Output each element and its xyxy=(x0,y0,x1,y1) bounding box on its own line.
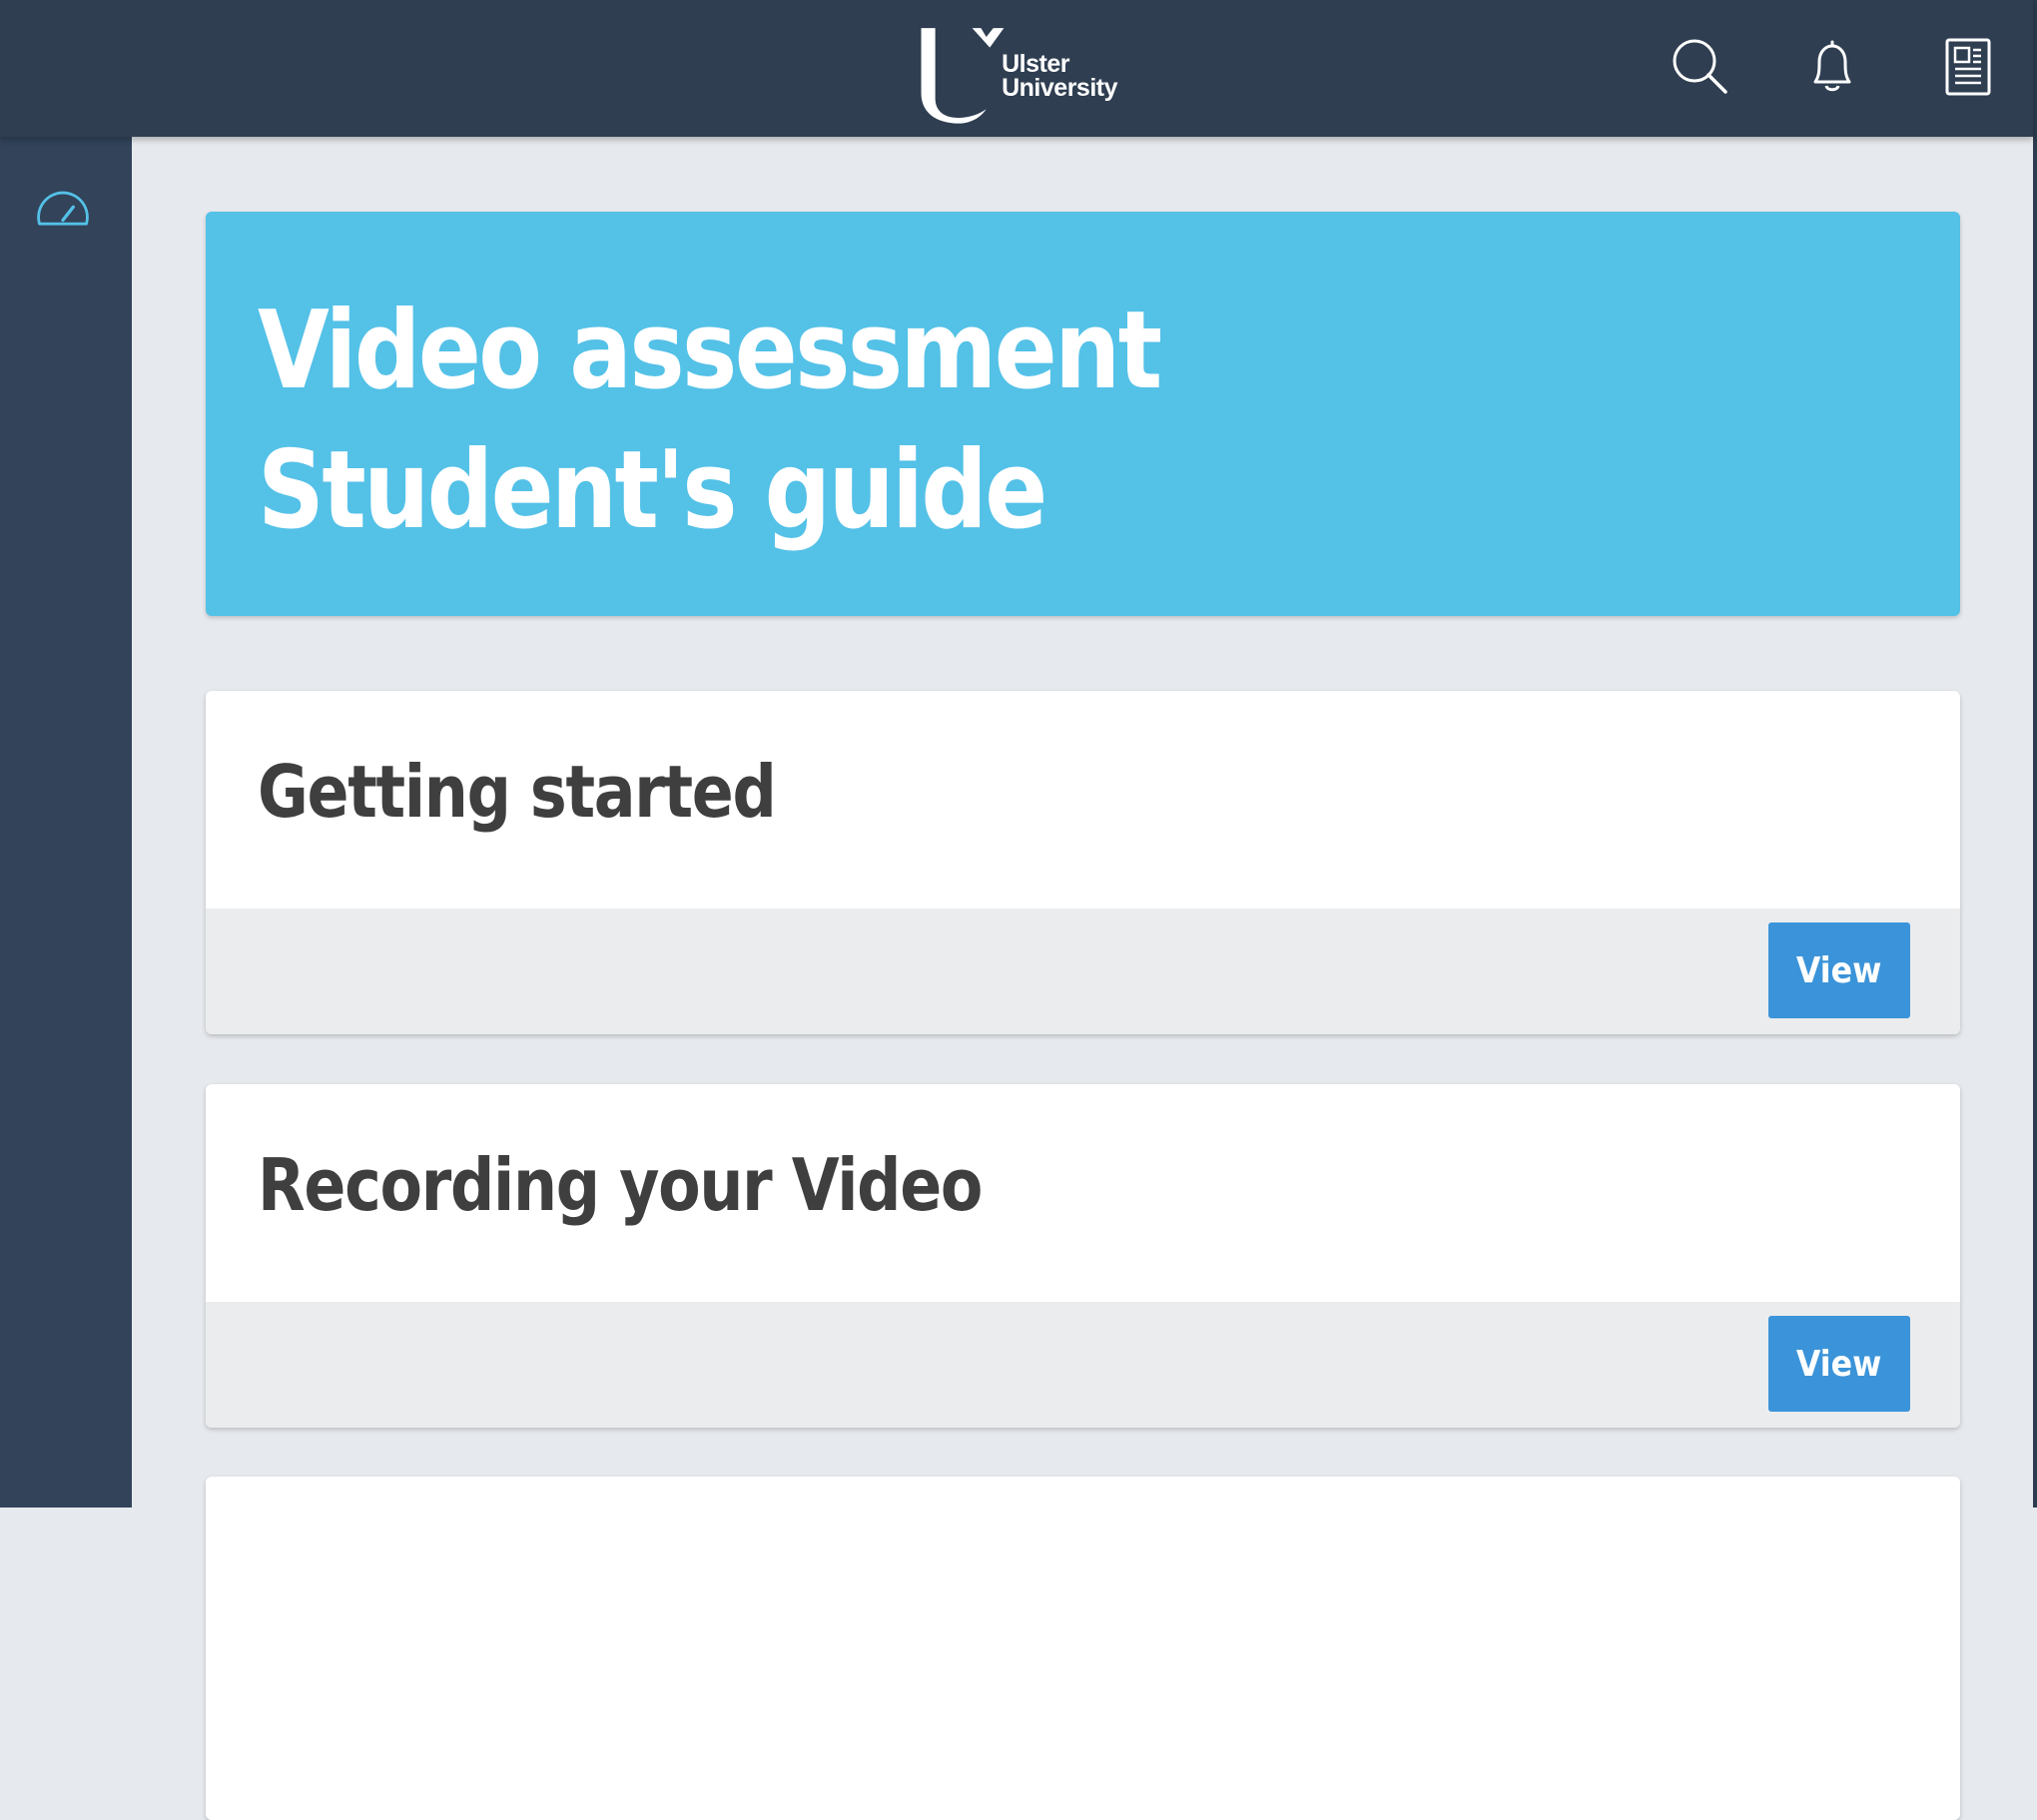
sidebar xyxy=(0,137,132,1508)
card-footer: View xyxy=(206,1302,1960,1428)
main-content: Video assessment Student's guide Getting… xyxy=(132,137,2033,1820)
card-recording-your-video: Recording your Video View xyxy=(206,1084,1960,1428)
page-title: Video assessment Student's guide xyxy=(258,282,1162,561)
sidebar-item-dashboard[interactable] xyxy=(30,179,96,245)
view-button-label: View xyxy=(1796,949,1882,991)
card-footer: View xyxy=(206,909,1960,1034)
card-title: Getting started xyxy=(258,750,777,834)
search-button[interactable] xyxy=(1668,34,1733,100)
card-getting-started: Getting started View xyxy=(206,691,1960,1034)
document-icon xyxy=(1945,38,1991,96)
logo-mark-icon xyxy=(921,28,1005,124)
card-title: Recording your Video xyxy=(258,1143,983,1227)
logo-line-2: University xyxy=(1002,74,1117,102)
page-title-line-1: Video assessment xyxy=(258,289,1162,413)
guides-button[interactable] xyxy=(1935,34,2001,100)
top-bar: Ulster University xyxy=(0,0,2033,137)
view-button-label: View xyxy=(1796,1343,1882,1385)
page-title-line-2: Student's guide xyxy=(258,428,1047,553)
ulster-university-logo[interactable]: Ulster University xyxy=(918,18,1117,130)
logo-line-1: Ulster xyxy=(1002,50,1069,78)
card-partial xyxy=(206,1477,1960,1820)
dashboard-icon xyxy=(37,191,89,226)
notifications-button[interactable] xyxy=(1799,34,1865,100)
search-icon xyxy=(1673,39,1727,94)
app-window: Ulster University Video assessment Stude… xyxy=(0,0,2037,1820)
bell-icon xyxy=(1813,40,1851,92)
logo-wordmark: Ulster University xyxy=(1002,50,1117,102)
hero-banner: Video assessment Student's guide xyxy=(206,212,1960,616)
view-button[interactable]: View xyxy=(1768,1316,1910,1412)
view-button[interactable]: View xyxy=(1768,922,1910,1018)
